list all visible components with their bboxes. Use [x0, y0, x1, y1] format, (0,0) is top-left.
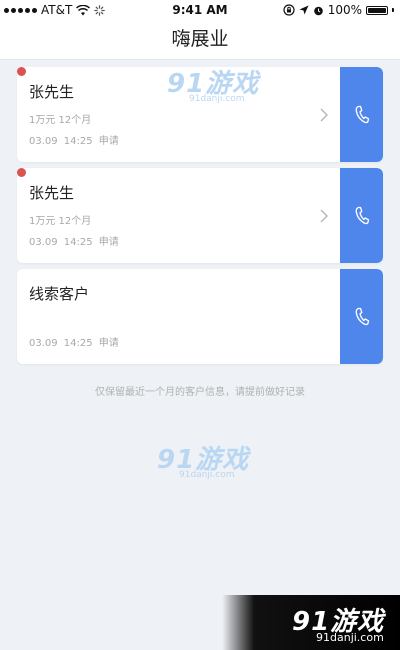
- phone-icon: [355, 105, 369, 123]
- unread-indicator: [17, 67, 26, 76]
- customer-apply-time: 03.09 14:25 申请: [29, 136, 119, 147]
- customer-name: 张先生: [29, 83, 75, 101]
- battery-icon: [366, 5, 388, 15]
- customer-loan-detail: 1万元 12个月: [29, 216, 92, 227]
- customer-card-body[interactable]: 张先生 1万元 12个月 03.09 14:25 申请: [17, 168, 340, 263]
- customer-apply-time: 03.09 14:25 申请: [29, 237, 119, 248]
- watermark-site: 91danji.com: [189, 94, 245, 104]
- battery-percent: 100%: [327, 3, 362, 17]
- customer-card: 张先生 1万元 12个月 03.09 14:25 申请: [17, 168, 383, 263]
- customer-name: 线索客户: [29, 285, 90, 303]
- unread-indicator: [17, 168, 26, 177]
- call-button[interactable]: [340, 269, 383, 364]
- chevron-right-icon: [320, 209, 328, 223]
- customer-name: 张先生: [29, 184, 75, 202]
- rotation-lock-icon: [283, 4, 295, 16]
- customer-card: 线索客户 03.09 14:25 申请: [17, 269, 383, 364]
- chevron-right-icon: [320, 108, 328, 122]
- nav-bar: 嗨展业: [0, 20, 400, 60]
- location-arrow-icon: [299, 5, 309, 15]
- phone-icon: [355, 206, 369, 224]
- watermark-site: 91danji.com: [179, 470, 235, 480]
- watermark-logo: 91游戏 91danji.com: [157, 446, 249, 480]
- phone-icon: [355, 307, 369, 325]
- call-button[interactable]: [340, 168, 383, 263]
- customer-apply-time: 03.09 14:25 申请: [29, 338, 119, 349]
- battery-level: [368, 7, 386, 13]
- retention-notice: 仅保留最近一个月的客户信息，请提前做好记录: [95, 387, 305, 398]
- status-bar: AT&T 9:41 AM 100%: [0, 0, 400, 20]
- alarm-icon: [313, 6, 323, 15]
- customer-card-body[interactable]: 线索客户 03.09 14:25 申请: [17, 269, 340, 364]
- page-title: 嗨展业: [171, 28, 229, 50]
- watermark-logo: 91游戏 91danji.com: [167, 70, 259, 104]
- call-button[interactable]: [340, 67, 383, 162]
- corner-watermark: 91游戏 91danji.com: [222, 595, 400, 650]
- battery-tip: [392, 8, 394, 12]
- customer-loan-detail: 1万元 12个月: [29, 115, 92, 126]
- watermark-site: 91danji.com: [316, 631, 384, 644]
- status-right: 100%: [283, 0, 394, 20]
